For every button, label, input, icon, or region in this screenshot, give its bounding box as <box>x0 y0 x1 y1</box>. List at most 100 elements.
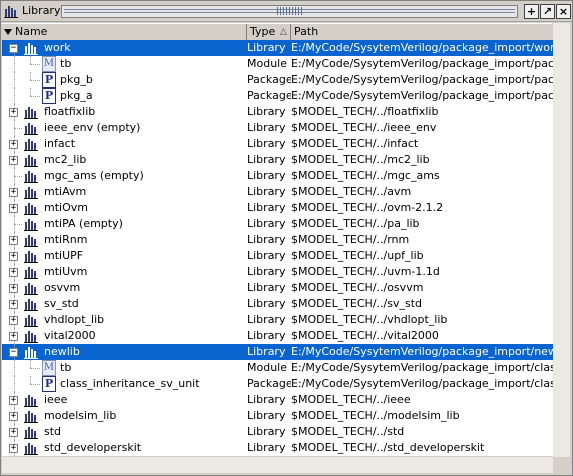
expand-icon[interactable]: + <box>9 268 18 277</box>
row-name: std <box>44 425 62 438</box>
row-path: E:/MyCode/SysytemVerilog/package_import/… <box>291 361 553 374</box>
sort-down-icon[interactable] <box>4 29 12 35</box>
expand-icon[interactable]: + <box>9 140 18 149</box>
row-name: mgc_ams (empty) <box>44 169 144 182</box>
expand-icon[interactable]: + <box>9 428 18 437</box>
tree-row[interactable]: + std Library $MODEL_TECH/../std <box>2 424 553 440</box>
library-icon <box>24 313 38 327</box>
expand-icon[interactable]: + <box>9 236 18 245</box>
tree-row[interactable]: ieee_env (empty) Library $MODEL_TECH/../ie… <box>2 120 553 136</box>
expand-icon[interactable]: + <box>9 444 18 453</box>
row-name: work <box>44 41 71 54</box>
tree-row[interactable]: + infact Library $MODEL_TECH/../infact <box>2 136 553 152</box>
expand-icon[interactable]: + <box>9 316 18 325</box>
tree-row[interactable]: Mtb Module E:/MyCode/SysytemVerilog/packag… <box>2 360 553 376</box>
row-type: Library <box>247 249 286 262</box>
library-icon <box>24 329 38 343</box>
column-path-label: Path <box>294 25 319 38</box>
row-type: Library <box>247 233 286 246</box>
library-tree[interactable]: − work Library E:/MyCode/SysytemVerilog/pac… <box>2 40 553 456</box>
row-name: vital2000 <box>44 329 96 342</box>
expand-icon[interactable]: + <box>9 300 18 309</box>
tree-row[interactable]: Ppkg_b Package E:/MyCode/SysytemVerilog/pa… <box>2 72 553 88</box>
row-type: Library <box>247 329 286 342</box>
row-path: $MODEL_TECH/../std <box>291 425 405 438</box>
library-icon <box>24 441 38 455</box>
row-name: mtiPA (empty) <box>44 217 123 230</box>
collapse-icon[interactable]: − <box>9 348 18 357</box>
expand-icon[interactable]: + <box>9 284 18 293</box>
row-name: modelsim_lib <box>44 409 117 422</box>
tree-row[interactable]: − newlib Library E:/MyCode/SysytemVerilog/p… <box>2 344 553 360</box>
horizontal-scrollbar[interactable] <box>2 457 553 473</box>
collapse-icon[interactable]: − <box>9 44 18 53</box>
library-icon <box>24 41 38 55</box>
expand-icon[interactable]: + <box>9 332 18 341</box>
close-button[interactable]: × <box>556 4 571 19</box>
library-icon <box>24 249 38 263</box>
row-path: E:/MyCode/SysytemVerilog/package_import/… <box>291 377 553 390</box>
tree-row[interactable]: + mtiOvm Library $MODEL_TECH/../ovm-2.1.2 <box>2 200 553 216</box>
title-bar[interactable]: Library + ↗ × <box>1 1 572 22</box>
tree-row[interactable]: mgc_ams (empty) Library $MODEL_TECH/../mgc… <box>2 168 553 184</box>
column-type[interactable]: Type △ <box>247 24 291 40</box>
expand-icon[interactable]: + <box>9 188 18 197</box>
tree-row[interactable]: Pclass_inheritance_sv_unit Package E:/MyCo… <box>2 376 553 392</box>
tree-row[interactable]: + modelsim_lib Library $MODEL_TECH/../model… <box>2 408 553 424</box>
tree-row[interactable]: Mtb Module E:/MyCode/SysytemVerilog/packag… <box>2 56 553 72</box>
tree-row[interactable]: + vhdlopt_lib Library $MODEL_TECH/../vhdlop… <box>2 312 553 328</box>
tree-row[interactable]: + ieee Library $MODEL_TECH/../ieee <box>2 392 553 408</box>
row-type: Package <box>247 89 291 102</box>
row-type: Library <box>247 345 286 358</box>
row-path: $MODEL_TECH/../mc2_lib <box>291 153 430 166</box>
library-icon <box>24 233 38 247</box>
expand-icon[interactable]: + <box>9 156 18 165</box>
column-name-label: Name <box>15 25 48 38</box>
tree-row[interactable]: + sv_std Library $MODEL_TECH/../sv_std <box>2 296 553 312</box>
row-name: ieee <box>44 393 68 406</box>
column-name[interactable]: Name <box>2 24 247 40</box>
module-icon: M <box>42 56 56 72</box>
row-name: osvvm <box>44 281 81 294</box>
expand-icon[interactable]: + <box>9 396 18 405</box>
undock-button[interactable]: ↗ <box>540 4 555 19</box>
expand-icon[interactable]: + <box>9 412 18 421</box>
row-path: $MODEL_TECH/../std_developerskit <box>291 441 485 454</box>
row-path: $MODEL_TECH/../upf_lib <box>291 249 424 262</box>
tree-row[interactable]: + mtiUPF Library $MODEL_TECH/../upf_lib <box>2 248 553 264</box>
library-icon <box>24 137 38 151</box>
library-icon <box>24 105 38 119</box>
vertical-scrollbar[interactable] <box>553 23 570 457</box>
tree-row[interactable]: + osvvm Library $MODEL_TECH/../osvvm <box>2 280 553 296</box>
tree-row[interactable]: Ppkg_a Package E:/MyCode/SysytemVerilog/pa… <box>2 88 553 104</box>
expand-icon[interactable]: + <box>9 204 18 213</box>
add-button[interactable]: + <box>524 4 539 19</box>
tree-row[interactable]: + mc2_lib Library $MODEL_TECH/../mc2_lib <box>2 152 553 168</box>
row-path: $MODEL_TECH/../infact <box>291 137 419 150</box>
column-path[interactable]: Path <box>291 24 552 40</box>
tree-row[interactable]: − work Library E:/MyCode/SysytemVerilog/pac… <box>2 40 553 64</box>
row-type: Library <box>247 169 286 182</box>
tree-row[interactable]: + floatfixlib Library $MODEL_TECH/../floatf… <box>2 104 553 120</box>
row-type: Library <box>247 265 286 278</box>
library-icon <box>24 169 38 183</box>
tree-row[interactable]: + vital2000 Library $MODEL_TECH/../vital200… <box>2 328 553 344</box>
row-type: Library <box>247 313 286 326</box>
row-type: Library <box>247 185 286 198</box>
library-icon <box>24 121 38 135</box>
row-path: $MODEL_TECH/../avm <box>291 185 412 198</box>
tree-row[interactable]: mtiPA (empty) Library $MODEL_TECH/../pa_li… <box>2 216 553 232</box>
row-name: newlib <box>44 345 80 358</box>
expand-icon[interactable]: + <box>9 108 18 117</box>
tree-row[interactable]: + std_developerskit Library $MODEL_TECH/../… <box>2 440 553 456</box>
tree-row[interactable]: + mtiAvm Library $MODEL_TECH/../avm <box>2 184 553 200</box>
row-path: $MODEL_TECH/../modelsim_lib <box>291 409 460 422</box>
tree-row[interactable]: + mtiRnm Library $MODEL_TECH/../rnm <box>2 232 553 248</box>
row-path: $MODEL_TECH/../sv_std <box>291 297 422 310</box>
tree-row[interactable]: + mtiUvm Library $MODEL_TECH/../uvm-1.1d <box>2 264 553 280</box>
title-drag-handle[interactable] <box>61 5 518 18</box>
row-type: Library <box>247 297 286 310</box>
expand-icon[interactable]: + <box>9 252 18 261</box>
row-path: $MODEL_TECH/../osvvm <box>291 281 424 294</box>
library-icon <box>24 409 38 423</box>
